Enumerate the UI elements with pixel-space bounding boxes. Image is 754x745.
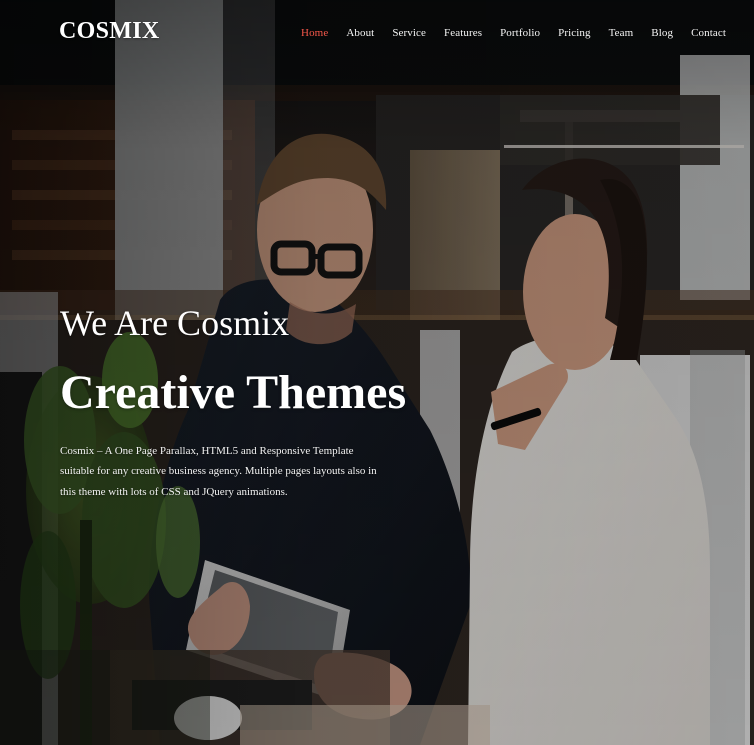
main-menu: Home About Service Features Portfolio Pr… [301, 27, 726, 39]
nav-portfolio-link[interactable]: Portfolio [500, 27, 540, 39]
hero-copy: We Are Cosmix Creative Themes Cosmix – A… [60, 305, 420, 502]
nav-features-link[interactable]: Features [444, 27, 482, 39]
nav-contact-link[interactable]: Contact [691, 27, 726, 39]
hero-section: COSMIX Home About Service Features Portf… [0, 0, 754, 745]
nav-about-link[interactable]: About [346, 27, 374, 39]
nav-blog-link[interactable]: Blog [651, 27, 673, 39]
hero-headline: Creative Themes [60, 366, 407, 419]
top-navigation: COSMIX Home About Service Features Portf… [0, 0, 754, 68]
nav-home-link[interactable]: Home [301, 27, 328, 39]
hero-eyebrow: We Are Cosmix [60, 303, 290, 343]
nav-pricing-link[interactable]: Pricing [558, 27, 590, 39]
hero-description: Cosmix – A One Page Parallax, HTML5 and … [60, 445, 377, 498]
nav-team-link[interactable]: Team [609, 27, 634, 39]
nav-service-link[interactable]: Service [392, 27, 426, 39]
site-logo[interactable]: COSMIX [59, 18, 159, 45]
